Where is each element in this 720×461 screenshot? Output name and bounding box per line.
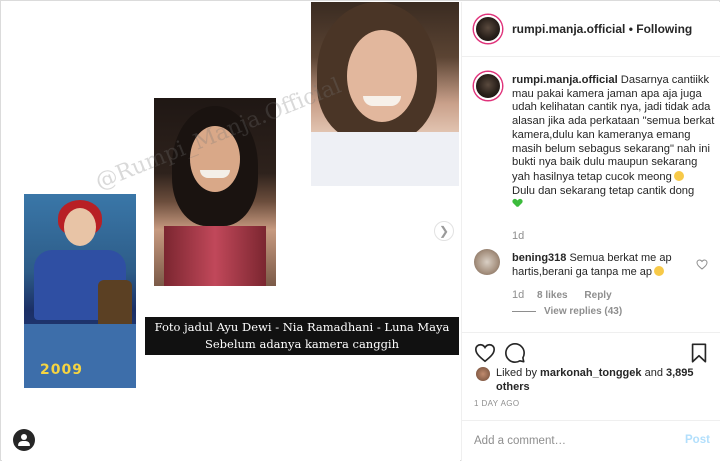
- liked-by-user[interactable]: markonah_tonggek: [540, 367, 641, 379]
- avatar[interactable]: [476, 367, 490, 381]
- photo-face: [347, 30, 417, 122]
- photo-skirt: [24, 324, 136, 388]
- photo-shirt: [311, 132, 459, 186]
- comment-heart-icon[interactable]: [696, 259, 708, 270]
- add-comment-input[interactable]: [474, 432, 664, 450]
- following-button[interactable]: Following: [636, 22, 692, 36]
- instagram-post-modal: 2009 @Rumpi_Manja.Official Foto jadul Ay…: [0, 0, 720, 461]
- caption-body: Dasarnya cantiikk mau pakai kamera jaman…: [512, 74, 715, 183]
- post-sidebar: rumpi.manja.official • Following rumpi.m…: [461, 2, 720, 461]
- comment-text: bening318 Semua berkat me ap hartis,bera…: [512, 251, 692, 279]
- view-replies-label: View replies (43): [544, 306, 623, 317]
- liked-by-and: and: [644, 367, 663, 379]
- user-tag-icon[interactable]: [13, 429, 35, 451]
- reply-button[interactable]: Reply: [584, 290, 611, 301]
- caption-username[interactable]: rumpi.manja.official: [512, 74, 618, 86]
- avatar[interactable]: [474, 72, 502, 100]
- comment-meta: 1d 8 likes Reply: [512, 289, 612, 301]
- post-button[interactable]: Post: [685, 434, 710, 446]
- avatar[interactable]: [474, 15, 502, 43]
- post-header: rumpi.manja.official • Following: [462, 2, 720, 57]
- post-timestamp[interactable]: 1 DAY AGO: [474, 399, 520, 408]
- caption-time: 1d: [512, 230, 525, 242]
- liked-by-prefix: Liked by: [496, 367, 537, 379]
- photo-smile: [363, 96, 401, 106]
- header-line: rumpi.manja.official • Following: [512, 22, 692, 36]
- caption-text: rumpi.manja.official Dasarnya cantiikk m…: [512, 74, 717, 212]
- photo-face: [64, 208, 96, 246]
- comment-likes[interactable]: 8 likes: [537, 290, 568, 301]
- comment-time: 1d: [512, 289, 525, 301]
- photo-shirt: [164, 226, 266, 286]
- photo-ayu-dewi: 2009: [24, 194, 136, 388]
- photo-smile: [200, 170, 230, 178]
- post-image[interactable]: 2009 @Rumpi_Manja.Official Foto jadul Ay…: [2, 2, 460, 461]
- heart-icon[interactable]: [474, 342, 496, 364]
- liked-by-text: Liked by markonah_tonggek and 3,895 othe…: [496, 367, 706, 394]
- comments-section[interactable]: rumpi.manja.official Dasarnya cantiikk m…: [462, 58, 720, 331]
- smiley-emoji-icon: [673, 170, 684, 181]
- comment-bubble-icon[interactable]: [504, 342, 526, 364]
- add-comment-bar: Post: [462, 420, 720, 461]
- header-username[interactable]: rumpi.manja.official: [512, 22, 625, 36]
- caption-body-2: Dulu dan sekarang tetap cantik dong: [512, 184, 695, 197]
- action-bar: [462, 332, 720, 372]
- avatar[interactable]: [474, 249, 500, 275]
- bookmark-icon[interactable]: [688, 342, 710, 364]
- laughing-emoji-icon: [654, 266, 665, 276]
- image-caption-line-1: Foto jadul Ayu Dewi - Nia Ramadhani - Lu…: [154, 320, 450, 334]
- header-separator: •: [628, 22, 633, 36]
- image-caption-box: Foto jadul Ayu Dewi - Nia Ramadhani - Lu…: [145, 317, 459, 355]
- year-label: 2009: [40, 362, 83, 378]
- image-caption-line-2: Sebelum adanya kamera canggih: [204, 337, 400, 351]
- comment-username[interactable]: bening318: [512, 252, 566, 264]
- green-heart-emoji-icon: [513, 199, 522, 208]
- view-replies-button[interactable]: View replies (43): [512, 306, 622, 317]
- chevron-right-icon[interactable]: ❯: [434, 221, 454, 241]
